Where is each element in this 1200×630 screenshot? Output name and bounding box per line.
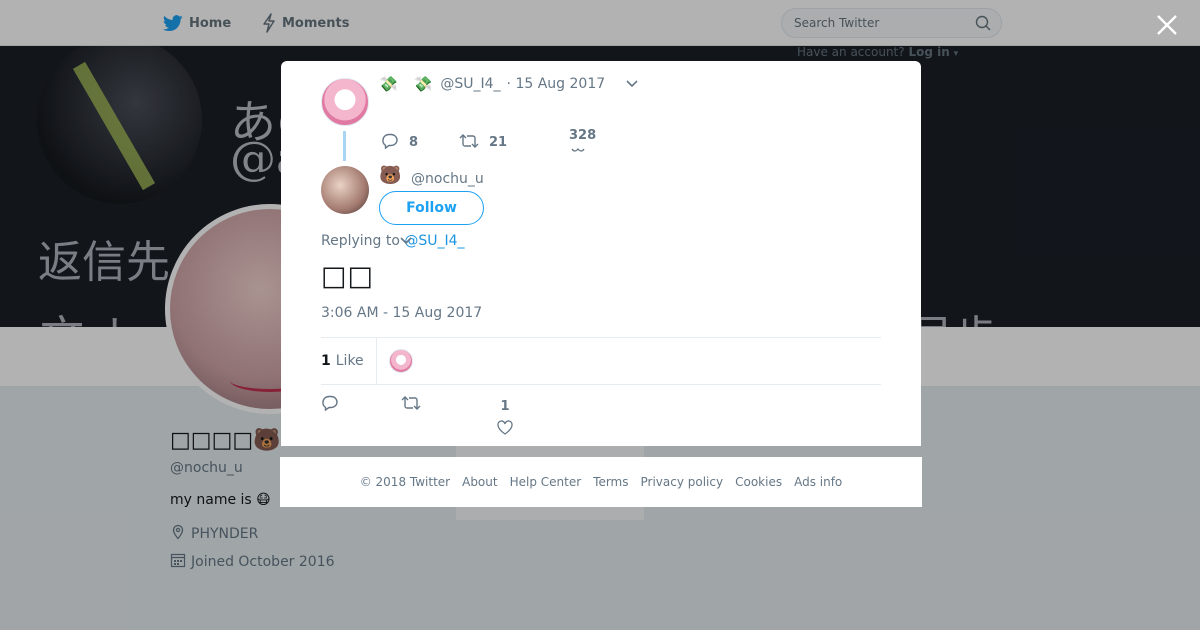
parent-retweet-count: 21 — [489, 135, 508, 150]
parent-retweet-button[interactable]: 21 — [459, 133, 569, 153]
tweet-stats: 1 Like — [321, 337, 881, 385]
like-count: 1 — [500, 399, 510, 414]
parent-tweet-avatar[interactable] — [321, 78, 369, 126]
tweet-text: □□ — [321, 261, 375, 292]
replying-to-handle-link[interactable]: @SU_I4_ — [404, 233, 464, 249]
footer-copyright: © 2018 Twitter — [359, 475, 451, 489]
tweet-actions: 1 — [321, 395, 513, 445]
retweet-icon — [401, 395, 421, 415]
tweet-author-handle[interactable]: @nochu_u — [411, 171, 484, 187]
footer-privacy-link[interactable]: Privacy policy — [641, 475, 724, 489]
money-emoji: 💸 — [413, 75, 433, 93]
parent-like-count: 328 — [569, 128, 597, 143]
retweet-icon — [459, 133, 489, 153]
money-emoji: 💸 — [379, 75, 398, 93]
like-button[interactable]: 1 — [497, 399, 513, 445]
likes-stat-label: Like — [335, 353, 364, 369]
parent-reply-count: 8 — [409, 135, 419, 150]
parent-tweet-header: 💸 💸 @SU_I4_ · 15 Aug 2017 — [379, 75, 639, 93]
footer-terms-link[interactable]: Terms — [593, 475, 628, 489]
parent-like-button[interactable]: 328 — [569, 128, 596, 158]
replying-to-label: Replying to — [321, 233, 400, 249]
likes-stat[interactable]: 1 Like — [321, 338, 377, 384]
heart-icon — [497, 420, 513, 439]
reply-icon — [321, 395, 339, 415]
footer-about-link[interactable]: About — [462, 475, 497, 489]
parent-tweet-handle[interactable]: @SU_I4_ — [440, 76, 500, 92]
thread-connector-line — [343, 131, 346, 161]
reply-button[interactable] — [321, 395, 401, 415]
replying-to: Replying to @SU_I4_ — [321, 233, 465, 249]
site-footer: © 2018 Twitter About Help Center Terms P… — [280, 457, 922, 507]
liker-avatar[interactable] — [388, 349, 413, 373]
parent-reply-button[interactable]: 8 — [381, 133, 459, 153]
bear-emoji: 🐻 — [379, 165, 402, 186]
retweet-button[interactable] — [401, 395, 497, 415]
footer-ads-link[interactable]: Ads info — [794, 475, 842, 489]
tweet-author-avatar[interactable] — [321, 166, 369, 214]
parent-tweet-date[interactable]: · 15 Aug 2017 — [507, 76, 606, 92]
heart-icon — [571, 143, 595, 158]
chevron-down-icon[interactable] — [625, 79, 639, 89]
chevron-down-icon[interactable] — [399, 231, 413, 250]
parent-tweet-actions: 8 21 328 — [381, 127, 596, 158]
follow-button[interactable]: Follow — [379, 191, 484, 225]
close-icon[interactable] — [1154, 12, 1180, 38]
tweet-permalink-modal: 💸 💸 @SU_I4_ · 15 Aug 2017 8 21 328 🐻 @no… — [281, 61, 921, 446]
tweet-timestamp[interactable]: 3:06 AM - 15 Aug 2017 — [321, 305, 482, 321]
likes-stat-count: 1 — [321, 353, 331, 369]
footer-help-link[interactable]: Help Center — [510, 475, 582, 489]
footer-cookies-link[interactable]: Cookies — [735, 475, 782, 489]
reply-icon — [381, 133, 409, 153]
